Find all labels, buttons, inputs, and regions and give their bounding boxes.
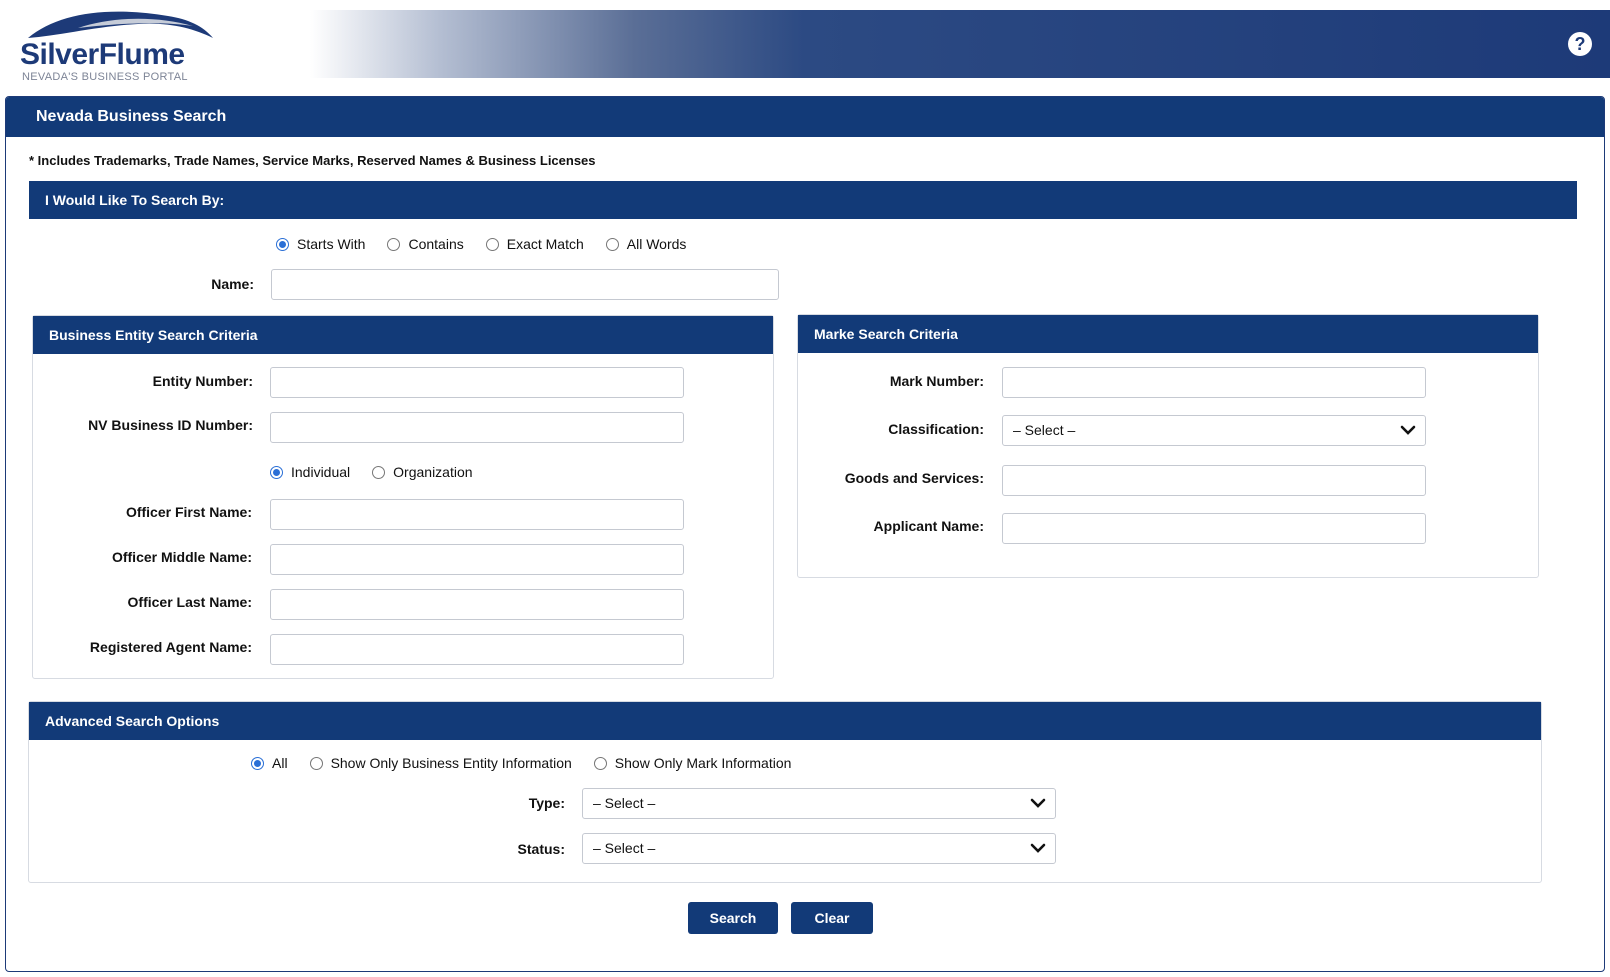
goods-services-label: Goods and Services: xyxy=(844,470,984,486)
header-banner xyxy=(310,10,1610,78)
radio-label: Individual xyxy=(291,464,351,480)
officer-last-name-input[interactable] xyxy=(270,589,684,620)
page-title: Nevada Business Search xyxy=(6,97,1604,137)
radio-label: Show Only Business Entity Information xyxy=(330,755,572,771)
radio-label: Show Only Mark Information xyxy=(614,755,792,771)
radio-button[interactable] xyxy=(270,465,283,479)
radio-button[interactable] xyxy=(485,237,499,251)
classification-select[interactable]: – Select – xyxy=(1002,415,1426,446)
radio-contains[interactable]: Contains xyxy=(387,236,464,252)
result-filter-radio-group: All Show Only Business Entity Informatio… xyxy=(251,755,813,771)
radio-button[interactable] xyxy=(309,756,323,770)
status-value: – Select – xyxy=(593,840,656,856)
chevron-down-icon xyxy=(1030,843,1046,853)
classification-label: Classification: xyxy=(888,421,984,437)
logo-subtitle: NEVADA'S BUSINESS PORTAL xyxy=(22,71,188,83)
radio-organization[interactable]: Organization xyxy=(372,464,473,480)
registered-agent-label: Registered Agent Name: xyxy=(89,639,252,655)
advanced-search-section: Advanced Search Options All Show Only Bu… xyxy=(28,701,1542,883)
search-by-section: I Would Like To Search By: Starts With C… xyxy=(29,181,1577,305)
radio-exact-match[interactable]: Exact Match xyxy=(485,236,584,252)
mark-search-section: Marke Search Criteria Mark Number: Class… xyxy=(797,314,1539,578)
goods-services-input[interactable] xyxy=(1002,465,1426,496)
radio-button[interactable] xyxy=(251,756,264,770)
radio-label: All Words xyxy=(626,236,687,252)
business-entity-section: Business Entity Search Criteria Entity N… xyxy=(32,315,774,679)
nv-business-id-input[interactable] xyxy=(270,412,684,443)
registered-agent-input[interactable] xyxy=(270,634,684,665)
mark-search-title: Marke Search Criteria xyxy=(798,315,1538,353)
name-input[interactable] xyxy=(271,269,779,300)
business-search-panel: Nevada Business Search * Includes Tradem… xyxy=(5,96,1605,972)
officer-middle-name-input[interactable] xyxy=(270,544,684,575)
radio-button[interactable] xyxy=(593,756,607,770)
radio-label: Exact Match xyxy=(506,236,584,252)
match-type-radio-group: Starts With Contains Exact Match All Wor… xyxy=(276,236,708,252)
radio-label: Contains xyxy=(408,236,464,252)
silverflume-logo[interactable]: SilverFlume NEVADA'S BUSINESS PORTAL xyxy=(18,8,218,88)
nv-business-id-label: NV Business ID Number: xyxy=(88,417,253,433)
radio-only-entity[interactable]: Show Only Business Entity Information xyxy=(309,755,572,771)
radio-all-words[interactable]: All Words xyxy=(605,236,687,252)
chevron-down-icon xyxy=(1400,425,1416,435)
status-label: Status: xyxy=(517,841,565,857)
name-label: Name: xyxy=(211,276,254,292)
advanced-search-title: Advanced Search Options xyxy=(29,702,1541,740)
radio-only-mark[interactable]: Show Only Mark Information xyxy=(593,755,792,771)
classification-value: – Select – xyxy=(1013,422,1076,438)
radio-label: Organization xyxy=(393,464,473,480)
entity-number-input[interactable] xyxy=(270,367,684,398)
applicant-name-input[interactable] xyxy=(1002,513,1426,544)
mark-number-label: Mark Number: xyxy=(889,373,984,389)
radio-label: All xyxy=(272,755,288,771)
search-note: * Includes Trademarks, Trade Names, Serv… xyxy=(29,153,596,168)
logo-title: SilverFlume xyxy=(20,38,185,71)
search-button[interactable]: Search xyxy=(688,902,778,934)
radio-individual[interactable]: Individual xyxy=(270,464,350,480)
officer-middle-name-label: Officer Middle Name: xyxy=(111,549,252,565)
applicant-name-label: Applicant Name: xyxy=(873,518,984,534)
radio-starts-with[interactable]: Starts With xyxy=(276,236,365,252)
type-value: – Select – xyxy=(593,795,656,811)
search-by-title: I Would Like To Search By: xyxy=(29,181,1577,219)
chevron-down-icon xyxy=(1030,798,1046,808)
status-select[interactable]: – Select – xyxy=(582,833,1056,864)
officer-first-name-label: Officer First Name: xyxy=(125,504,252,520)
entity-number-label: Entity Number: xyxy=(152,373,253,389)
radio-all[interactable]: All xyxy=(251,755,288,771)
mark-number-input[interactable] xyxy=(1002,367,1426,398)
site-header: SilverFlume NEVADA'S BUSINESS PORTAL ? xyxy=(0,0,1610,92)
radio-button[interactable] xyxy=(372,465,386,479)
type-select[interactable]: – Select – xyxy=(582,788,1056,819)
radio-button[interactable] xyxy=(276,237,289,251)
business-entity-title: Business Entity Search Criteria xyxy=(33,316,773,354)
clear-button[interactable]: Clear xyxy=(791,902,873,934)
radio-label: Starts With xyxy=(297,236,366,252)
officer-last-name-label: Officer Last Name: xyxy=(127,594,252,610)
radio-button[interactable] xyxy=(605,237,619,251)
radio-button[interactable] xyxy=(387,237,401,251)
officer-type-radio-group: Individual Organization xyxy=(270,464,495,480)
help-icon[interactable]: ? xyxy=(1568,32,1592,56)
type-label: Type: xyxy=(528,795,565,811)
officer-first-name-input[interactable] xyxy=(270,499,684,530)
